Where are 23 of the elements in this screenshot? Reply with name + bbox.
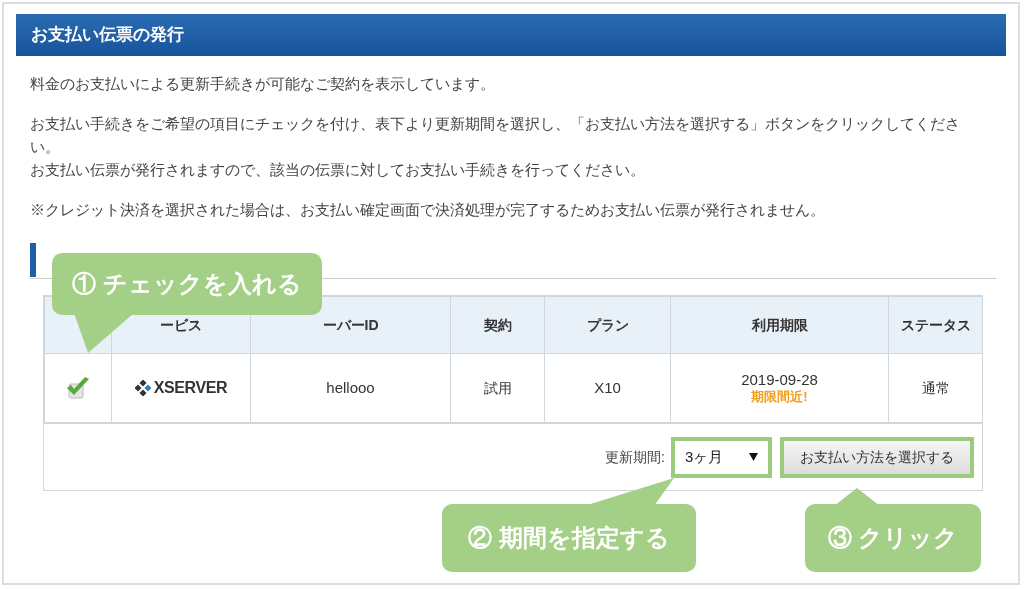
description-text: お支払い手続きをご希望の項目にチェックを付け、表下より更新期間を選択し、「お支払い方法を選択する」ボタンをクリックしてください。 [30, 114, 961, 157]
select-payment-method-button[interactable]: お支払い方法を選択する [780, 436, 974, 478]
expiry-date: 2019-09-28 [740, 371, 819, 389]
page-title: お支払い伝票の発行 [16, 14, 1006, 56]
table-cell: 試用 [450, 353, 545, 423]
description-text: 料金のお支払いによる更新手続きが可能なご契約を表示しています。 [30, 74, 496, 94]
description-text: ※クレジット決済を選択された場合は、お支払い確定画面で決済処理が完了するためお支払い伝票が発行されません。 [30, 200, 826, 220]
renewal-period-label: 更新期間: [605, 447, 665, 467]
callout-pointer [74, 313, 134, 353]
service-logo-text: XSERVER [153, 378, 228, 398]
column-header: 契約 [450, 296, 545, 354]
renewal-period-select[interactable]: 3ヶ月 [671, 436, 772, 478]
column-header: プラン [544, 296, 671, 354]
diamond-logo-icon [134, 380, 151, 396]
dropdown-arrow-icon [749, 453, 758, 461]
column-header: ステータス [888, 296, 983, 354]
table-cell: hellooo [250, 353, 451, 423]
expiry-warning: 期限間近! [750, 389, 809, 405]
description-text: お支払い伝票が発行されますので、該当の伝票に対してお支払い手続きを行ってください。 [30, 160, 646, 180]
section-heading-bar [30, 243, 36, 277]
column-header: 利用期限 [670, 296, 889, 354]
table-cell: X10 [544, 353, 671, 423]
table-cell: 通常 [888, 353, 983, 423]
